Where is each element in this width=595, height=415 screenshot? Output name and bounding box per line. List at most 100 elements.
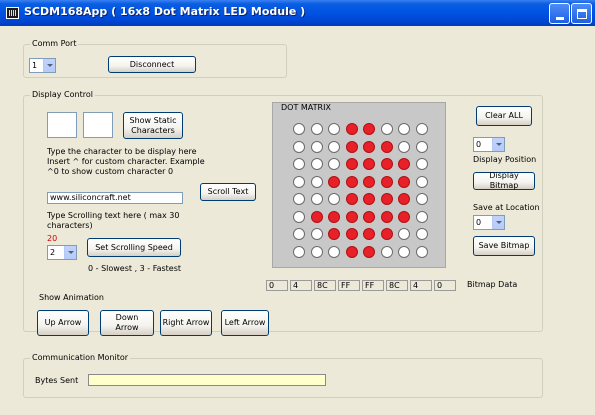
led-dot[interactable]	[293, 210, 305, 223]
speed-select[interactable]: 2	[47, 245, 77, 260]
led-dot[interactable]	[415, 140, 428, 153]
led-dot[interactable]	[310, 228, 323, 240]
led-dot[interactable]	[363, 193, 375, 205]
led-dot[interactable]	[345, 140, 358, 153]
right-arrow-button[interactable]: Right Arrow	[160, 310, 212, 336]
led-dot[interactable]	[293, 175, 305, 188]
down-arrow-button[interactable]: Down Arrow	[100, 310, 154, 336]
display-position-value: 0	[476, 140, 482, 149]
show-static-characters-button[interactable]: Show Static Characters	[123, 112, 183, 139]
led-dot[interactable]	[293, 245, 305, 258]
led-dot[interactable]	[398, 228, 410, 240]
instruction-line-3: ^0 to show custom character 0	[47, 167, 174, 176]
led-dot[interactable]	[363, 175, 375, 188]
led-dot[interactable]	[380, 175, 393, 188]
bytes-sent-field	[88, 374, 326, 386]
led-dot[interactable]	[310, 123, 323, 135]
led-dot[interactable]	[293, 123, 305, 135]
bytes-sent-label: Bytes Sent	[35, 376, 79, 385]
led-dot[interactable]	[363, 140, 375, 153]
display-bitmap-button[interactable]: Display Bitmap	[473, 171, 535, 190]
bitmap-byte-field: FF	[362, 280, 384, 291]
window-title: SCDM168App ( 16x8 Dot Matrix LED Module …	[24, 5, 306, 18]
led-dot[interactable]	[415, 158, 428, 170]
led-dot[interactable]	[398, 175, 410, 188]
led-dot[interactable]	[345, 158, 358, 170]
led-dot[interactable]	[328, 158, 340, 170]
static-char-input-2[interactable]	[83, 112, 113, 138]
led-dot[interactable]	[310, 245, 323, 258]
display-position-label: Display Position	[473, 155, 537, 164]
led-dot[interactable]	[363, 245, 375, 258]
led-dot[interactable]	[380, 245, 393, 258]
led-dot[interactable]	[310, 193, 323, 205]
led-dot[interactable]	[310, 158, 323, 170]
led-dot[interactable]	[398, 158, 410, 170]
instruction-line-1: Type the character to be display here	[47, 147, 197, 156]
led-dot[interactable]	[345, 193, 358, 205]
led-dot[interactable]	[363, 228, 375, 240]
title-bar: SCDM168App ( 16x8 Dot Matrix LED Module …	[0, 0, 595, 26]
led-dot[interactable]	[345, 175, 358, 188]
led-dot[interactable]	[345, 228, 358, 240]
dot-matrix-title: DOT MATRIX	[281, 103, 331, 112]
comm-port-select[interactable]: 1	[29, 58, 56, 73]
led-dot[interactable]	[398, 193, 410, 205]
led-dot[interactable]	[293, 228, 305, 240]
dot-matrix-panel: DOT MATRIX	[272, 102, 446, 268]
led-dot[interactable]	[328, 175, 340, 188]
led-dot[interactable]	[380, 193, 393, 205]
led-dot[interactable]	[380, 123, 393, 135]
led-dot[interactable]	[415, 210, 428, 223]
led-dot[interactable]	[415, 193, 428, 205]
clear-all-button[interactable]: Clear ALL	[476, 106, 532, 126]
led-dot[interactable]	[328, 245, 340, 258]
set-scrolling-speed-button[interactable]: Set Scrolling Speed	[87, 238, 181, 257]
static-char-input-1[interactable]	[47, 112, 77, 138]
led-dot[interactable]	[380, 210, 393, 223]
save-location-select[interactable]: 0	[473, 215, 505, 230]
disconnect-button[interactable]: Disconnect	[108, 56, 196, 73]
display-position-select[interactable]: 0	[473, 137, 505, 152]
bitmap-byte-field: 0	[266, 280, 288, 291]
chevron-down-icon	[64, 246, 76, 259]
left-arrow-button[interactable]: Left Arrow	[221, 310, 269, 336]
up-arrow-button[interactable]: Up Arrow	[37, 310, 89, 336]
save-bitmap-button[interactable]: Save Bitmap	[473, 236, 535, 256]
minimize-button[interactable]	[549, 3, 570, 24]
led-dot[interactable]	[398, 123, 410, 135]
scroll-hint-line-2: characters)	[47, 221, 93, 230]
led-dot[interactable]	[380, 158, 393, 170]
led-dot[interactable]	[328, 193, 340, 205]
led-dot[interactable]	[293, 193, 305, 205]
maximize-button[interactable]	[571, 3, 592, 24]
led-dot[interactable]	[328, 228, 340, 240]
led-dot[interactable]	[345, 245, 358, 258]
scroll-text-button[interactable]: Scroll Text	[200, 183, 256, 201]
led-dot[interactable]	[380, 140, 393, 153]
led-dot[interactable]	[310, 175, 323, 188]
led-dot[interactable]	[345, 210, 358, 223]
led-dot[interactable]	[310, 140, 323, 153]
save-location-value: 0	[476, 218, 482, 227]
led-dot[interactable]	[328, 140, 340, 153]
led-dot[interactable]	[363, 210, 375, 223]
led-dot[interactable]	[328, 123, 340, 135]
led-dot[interactable]	[415, 123, 428, 135]
led-dot[interactable]	[380, 228, 393, 240]
led-dot[interactable]	[415, 245, 428, 258]
led-dot[interactable]	[328, 210, 340, 223]
scroll-text-input[interactable]: www.siliconcraft.net	[47, 192, 183, 204]
led-dot[interactable]	[293, 158, 305, 170]
led-dot[interactable]	[363, 123, 375, 135]
led-dot[interactable]	[363, 158, 375, 170]
led-dot[interactable]	[293, 140, 305, 153]
led-dot[interactable]	[345, 123, 358, 135]
led-dot[interactable]	[398, 210, 410, 223]
led-dot[interactable]	[415, 228, 428, 240]
led-dot[interactable]	[310, 210, 323, 223]
led-dot[interactable]	[415, 175, 428, 188]
led-dot[interactable]	[398, 245, 410, 258]
led-dot[interactable]	[398, 140, 410, 153]
comm-port-label: Comm Port	[30, 39, 79, 48]
